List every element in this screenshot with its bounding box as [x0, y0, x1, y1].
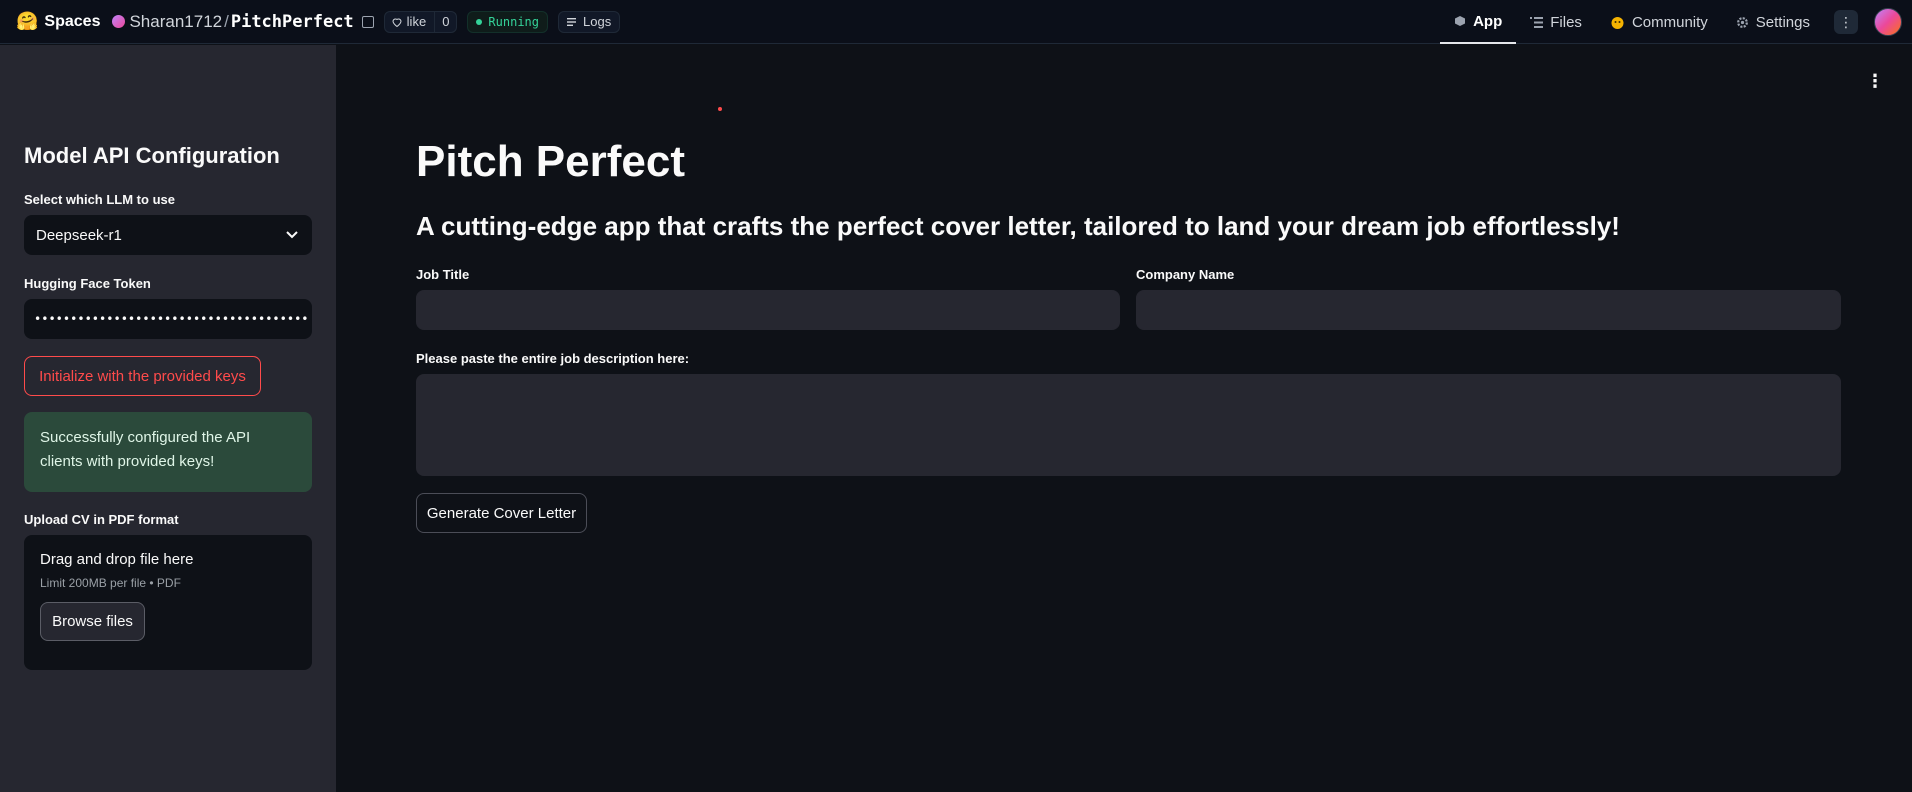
token-input[interactable]: ••••••••••••••••••••••••••••••••••••••: [24, 299, 312, 339]
dropzone-title: Drag and drop file here: [40, 551, 194, 568]
llm-select-value: Deepseek-r1: [36, 226, 122, 244]
company-name-label: Company Name: [1136, 267, 1235, 282]
tab-community[interactable]: Community: [1596, 0, 1722, 44]
logs-button[interactable]: Logs: [558, 10, 621, 33]
status-dot-icon: [476, 18, 483, 25]
company-name-input[interactable]: [1136, 290, 1841, 330]
tab-settings-label: Settings: [1755, 13, 1810, 31]
generate-cover-letter-button[interactable]: Generate Cover Letter: [416, 493, 587, 533]
main-content: ⋮ Pitch Perfect A cutting-edge app that …: [336, 45, 1912, 792]
sidebar: Model API Configuration Select which LLM…: [0, 45, 336, 792]
tab-app-label: App: [1473, 12, 1503, 30]
more-options-button[interactable]: ⋮: [1834, 10, 1858, 34]
browse-files-button[interactable]: Browse files: [40, 602, 145, 641]
job-title-input[interactable]: [416, 290, 1120, 330]
copy-icon[interactable]: [361, 15, 374, 28]
tab-app[interactable]: App: [1440, 0, 1517, 44]
status-indicator-dot: [718, 107, 722, 111]
top-bar: 🤗 Spaces Sharan1712 / PitchPerfect like …: [0, 0, 1912, 44]
sidebar-title: Model API Configuration: [24, 143, 280, 168]
like-button[interactable]: like 0: [383, 10, 458, 33]
gear-icon: [1736, 16, 1748, 28]
heart-icon: [392, 17, 402, 27]
page-title: Pitch Perfect: [416, 137, 685, 186]
logs-icon: [567, 17, 576, 26]
tab-files[interactable]: Files: [1516, 0, 1596, 44]
repo-separator: /: [224, 11, 229, 31]
tab-settings[interactable]: Settings: [1722, 0, 1824, 44]
job-description-label: Please paste the entire job description …: [416, 351, 690, 366]
logs-label: Logs: [583, 14, 612, 29]
chevron-down-icon: [286, 231, 298, 239]
success-alert: Successfully configured the API clients …: [24, 412, 312, 492]
status-text: Running: [488, 14, 539, 29]
spaces-link[interactable]: Spaces: [44, 13, 100, 31]
tab-files-label: Files: [1550, 13, 1582, 31]
hugging-face-logo-icon[interactable]: 🤗: [16, 11, 38, 32]
llm-select[interactable]: Deepseek-r1: [24, 215, 312, 255]
initialize-keys-button[interactable]: Initialize with the provided keys: [24, 356, 261, 396]
repo-header: 🤗 Spaces Sharan1712 / PitchPerfect like …: [0, 0, 621, 43]
page-subtitle: A cutting-edge app that crafts the perfe…: [416, 211, 1620, 241]
token-value: ••••••••••••••••••••••••••••••••••••••: [34, 312, 309, 326]
running-status-badge[interactable]: Running: [467, 10, 548, 33]
llm-select-label: Select which LLM to use: [24, 192, 175, 207]
like-count: 0: [442, 14, 450, 29]
upload-label: Upload CV in PDF format: [24, 512, 179, 527]
dropzone-limit: Limit 200MB per file • PDF: [40, 576, 181, 590]
file-dropzone[interactable]: Drag and drop file here Limit 200MB per …: [24, 535, 312, 670]
owner-avatar: [112, 15, 126, 28]
user-avatar[interactable]: [1874, 8, 1902, 36]
job-description-textarea[interactable]: [416, 374, 1841, 476]
repo-name-link[interactable]: PitchPerfect: [231, 12, 354, 32]
tab-community-label: Community: [1631, 13, 1708, 31]
cube-icon: [1455, 16, 1466, 26]
job-title-label: Job Title: [416, 267, 470, 282]
community-icon: [1611, 16, 1624, 29]
repo-owner-link[interactable]: Sharan1712: [129, 12, 222, 32]
space-nav: App Files Community Settings ⋮: [1440, 0, 1912, 44]
token-label: Hugging Face Token: [24, 276, 151, 291]
like-label: like: [406, 14, 427, 29]
files-icon: [1530, 16, 1544, 28]
app-menu-icon[interactable]: ⋮: [1866, 71, 1884, 92]
